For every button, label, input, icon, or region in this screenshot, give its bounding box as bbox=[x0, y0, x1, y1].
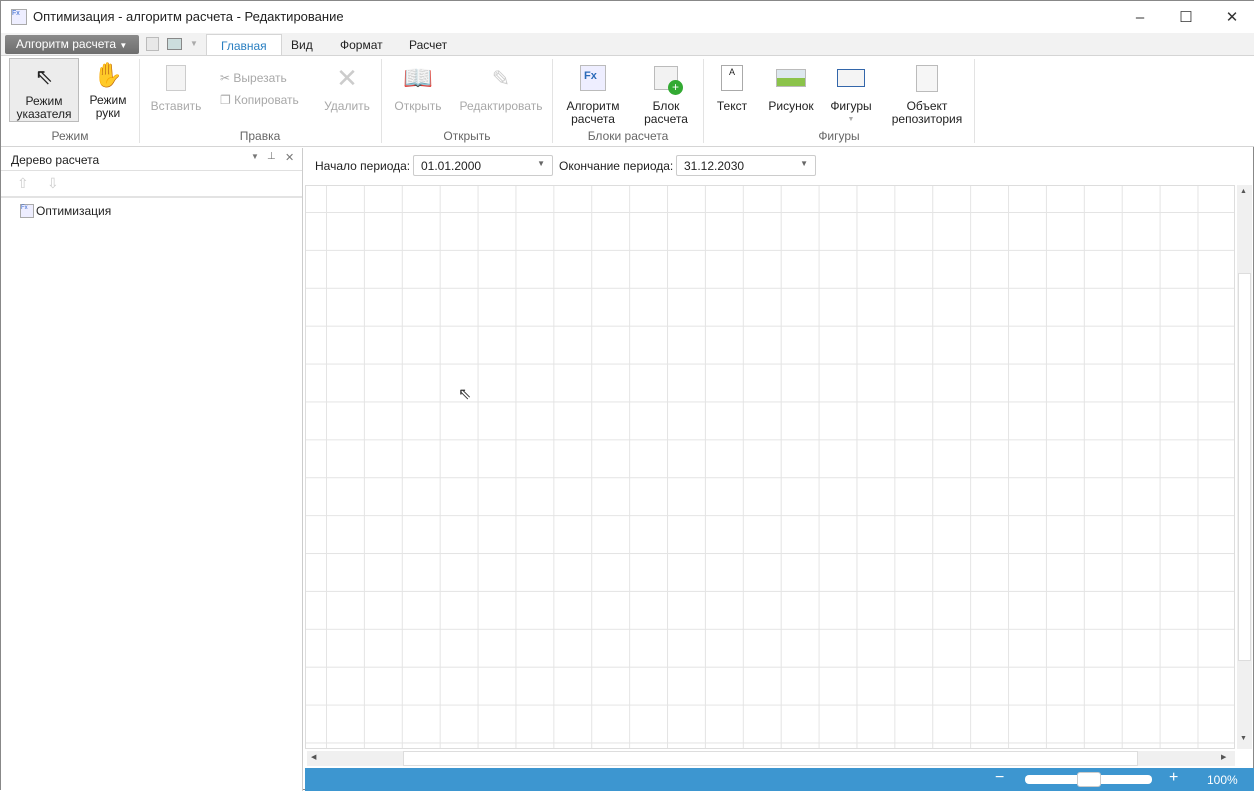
algorithm-icon: Fx bbox=[20, 204, 34, 218]
maximize-button[interactable]: ☐ bbox=[1163, 1, 1209, 33]
vertical-scrollbar[interactable]: ▲ ▼ bbox=[1237, 185, 1252, 749]
tree-item[interactable]: Fx Оптимизация bbox=[20, 204, 111, 218]
open-button[interactable]: 📖 Открыть bbox=[389, 62, 447, 113]
label: Копировать bbox=[234, 93, 299, 107]
move-down-icon[interactable]: ⇩ bbox=[47, 175, 59, 192]
tab-format[interactable]: Формат bbox=[326, 34, 397, 56]
label: Редактировать bbox=[459, 99, 543, 113]
panel-close-icon[interactable]: ✕ bbox=[285, 151, 294, 164]
group-blocks-label: Блоки расчета bbox=[587, 129, 669, 143]
fx-algorithm-icon: Fx bbox=[577, 62, 609, 94]
window-title: Оптимизация - алгоритм расчета - Редакти… bbox=[33, 9, 344, 24]
algorithm-button[interactable]: Fx Алгоритм расчета bbox=[561, 62, 625, 126]
paste-button[interactable]: Вставить bbox=[146, 62, 206, 113]
text-button[interactable]: A Текст bbox=[711, 62, 753, 113]
picture-icon bbox=[775, 62, 807, 94]
scroll-left-icon[interactable]: ◀ bbox=[311, 753, 316, 761]
label: Открыть bbox=[394, 99, 442, 113]
zoom-slider-thumb[interactable] bbox=[1076, 772, 1101, 787]
repository-object-button[interactable]: Объект репозитория bbox=[885, 62, 969, 126]
title-bar: Fx Оптимизация - алгоритм расчета - Реда… bbox=[1, 1, 1254, 33]
app-menu-button[interactable]: Алгоритм расчета ▼ bbox=[5, 35, 139, 54]
chevron-down-icon: ▼ bbox=[537, 159, 545, 168]
zoom-in-button[interactable]: + bbox=[1169, 769, 1178, 787]
group-mode-label: Режим bbox=[51, 129, 89, 143]
group-edit-label: Правка bbox=[239, 129, 281, 143]
horizontal-scrollbar[interactable]: ◀ ▶ bbox=[307, 751, 1235, 766]
end-period-select[interactable]: 31.12.2030 ▼ bbox=[676, 155, 816, 176]
mouse-cursor-icon: ⇖ bbox=[458, 386, 472, 403]
start-period-select[interactable]: 01.01.2000 ▼ bbox=[413, 155, 553, 176]
quick-access-dropdown-icon[interactable]: ▼ bbox=[190, 39, 198, 48]
copy-button[interactable]: ❐ Копировать bbox=[220, 93, 299, 107]
minimize-button[interactable]: – bbox=[1117, 1, 1163, 33]
scroll-thumb[interactable] bbox=[1238, 273, 1251, 661]
scroll-down-icon[interactable]: ▼ bbox=[1240, 735, 1247, 742]
cut-button[interactable]: ✂ Вырезать bbox=[220, 71, 287, 85]
chevron-down-icon: ▼ bbox=[800, 159, 808, 168]
value: 01.01.2000 bbox=[421, 159, 482, 173]
label: расчета bbox=[644, 112, 688, 126]
zoom-slider[interactable] bbox=[1025, 772, 1152, 787]
label: Рисунок bbox=[768, 99, 814, 113]
delete-button[interactable]: ✕ Удалить bbox=[321, 62, 373, 113]
calc-block-button[interactable]: + Блок расчета bbox=[633, 62, 699, 126]
panel-title: Дерево расчета bbox=[11, 153, 100, 167]
scissors-icon: ✂ bbox=[220, 71, 231, 85]
status-bar: − + 100% bbox=[305, 768, 1254, 791]
label: указателя bbox=[16, 107, 72, 121]
delete-x-icon: ✕ bbox=[336, 62, 358, 93]
pointer-mode-button[interactable]: ⇖ Режим указателя bbox=[9, 58, 79, 122]
tab-calculation[interactable]: Расчет bbox=[395, 34, 461, 56]
move-up-icon[interactable]: ⇧ bbox=[17, 175, 29, 192]
group-open-label: Открыть bbox=[443, 129, 491, 143]
app-icon: Fx bbox=[11, 9, 27, 25]
edit-button[interactable]: ✎ Редактировать bbox=[455, 62, 547, 113]
label: Вырезать bbox=[233, 71, 287, 85]
group-shapes-label: Фигуры bbox=[818, 129, 860, 143]
clipboard-icon bbox=[160, 62, 192, 94]
close-button[interactable]: ✕ bbox=[1209, 1, 1254, 33]
pencil-icon: ✎ bbox=[491, 65, 511, 91]
add-block-icon: + bbox=[650, 62, 683, 95]
book-icon: 📖 bbox=[403, 64, 433, 92]
start-period-label: Начало периода: bbox=[315, 159, 411, 173]
label: Вставить bbox=[150, 99, 202, 113]
hand-icon: ✋ bbox=[93, 61, 123, 89]
label: расчета bbox=[571, 112, 615, 126]
copy-icon: ❐ bbox=[220, 93, 231, 107]
end-period-label: Окончание периода: bbox=[559, 159, 674, 173]
document-icon bbox=[911, 62, 943, 94]
save-icon[interactable] bbox=[146, 37, 159, 51]
value: 31.12.2030 bbox=[684, 159, 745, 173]
cursor-icon: ⇖ bbox=[34, 63, 54, 89]
label: Текст bbox=[716, 99, 748, 113]
panel-menu-icon[interactable]: ▼ bbox=[251, 152, 259, 161]
picture-button[interactable]: Рисунок bbox=[765, 62, 817, 113]
dropdown-icon: ▼ bbox=[847, 116, 855, 123]
app-menu-label: Алгоритм расчета bbox=[16, 37, 117, 51]
design-canvas[interactable] bbox=[305, 185, 1235, 749]
zoom-out-button[interactable]: − bbox=[995, 769, 1004, 787]
calc-tree-panel: Дерево расчета ▼ ⊥ ✕ ⇧ ⇩ Fx Оптимизация bbox=[1, 148, 303, 791]
hand-mode-button[interactable]: ✋ Режим руки bbox=[83, 62, 133, 120]
zoom-level: 100% bbox=[1207, 773, 1238, 787]
shapes-button[interactable]: Фигуры ▼ bbox=[825, 62, 877, 126]
scroll-thumb[interactable] bbox=[403, 751, 1138, 766]
scroll-up-icon[interactable]: ▲ bbox=[1240, 188, 1247, 195]
label: репозитория bbox=[891, 112, 963, 126]
label: Удалить bbox=[324, 99, 370, 113]
text-doc-icon: A bbox=[716, 62, 748, 94]
print-icon[interactable] bbox=[167, 38, 182, 50]
tree-item-label: Оптимизация bbox=[36, 204, 112, 218]
pin-icon[interactable]: ⊥ bbox=[267, 151, 276, 162]
label: руки bbox=[95, 106, 121, 120]
label: Фигуры bbox=[830, 99, 872, 113]
scroll-right-icon[interactable]: ▶ bbox=[1221, 753, 1226, 761]
rectangle-shape-icon bbox=[835, 62, 867, 94]
tab-home[interactable]: Главная bbox=[206, 34, 282, 56]
tab-view[interactable]: Вид bbox=[277, 34, 327, 56]
